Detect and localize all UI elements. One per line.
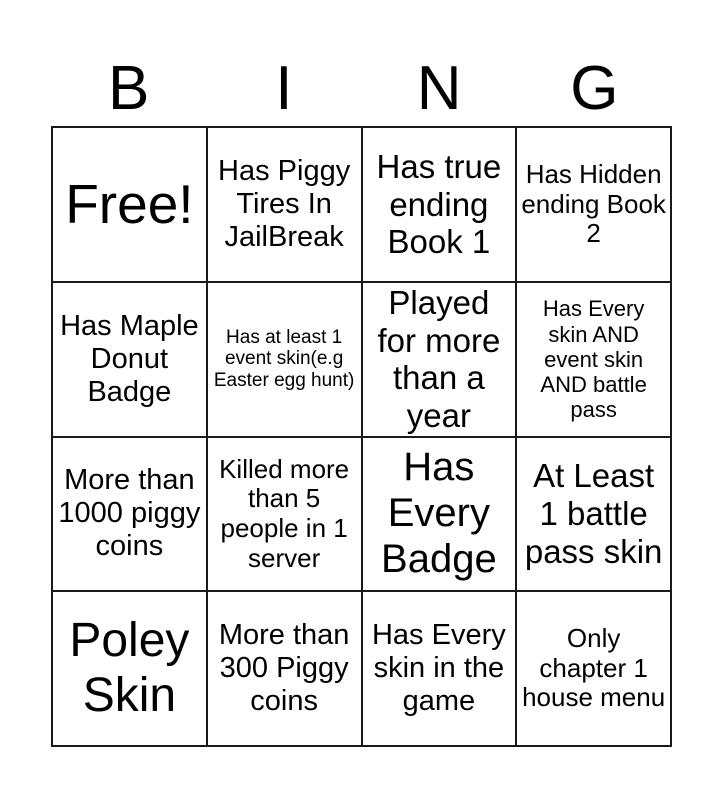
bingo-grid: Free! Has Piggy Tires In JailBreak Has t… [51, 126, 672, 747]
bingo-cell-text: Has at least 1 event skin(e.g Easter egg… [213, 326, 355, 391]
bingo-cell-text: Killed more than 5 people in 1 server [219, 453, 350, 573]
bingo-cell-text: Has Every skin in the game [371, 619, 506, 718]
bingo-cell-text: Poley Skin [69, 613, 190, 722]
bingo-cell-r4c2[interactable]: More than 300 Piggy coins [207, 592, 363, 747]
bingo-cell-r2c2[interactable]: Has at least 1 event skin(e.g Easter egg… [207, 282, 363, 438]
bingo-cell-r3c3[interactable]: Has Every Badge [362, 437, 518, 593]
bingo-cell-r2c3[interactable]: Played for more than a year [362, 282, 518, 438]
bingo-cell-r1c2[interactable]: Has Piggy Tires In JailBreak [207, 128, 363, 283]
bingo-cell-r1c3[interactable]: Has true ending Book 1 [362, 128, 518, 283]
bingo-cell-text: Only chapter 1 house menu [522, 623, 666, 713]
bingo-cell-text: Has Maple Donut Badge [60, 309, 199, 408]
bingo-header-letter-n: N [416, 54, 462, 123]
bingo-cell-text: Played for more than a year [377, 283, 501, 434]
bingo-cell-text: Has true ending Book 1 [376, 147, 502, 261]
bingo-cell-text: More than 300 Piggy coins [218, 619, 350, 718]
bingo-cell-text: Free! [65, 173, 194, 236]
bingo-cell-r4c1[interactable]: Poley Skin [53, 592, 208, 747]
bingo-header-letter-g: G [570, 54, 619, 123]
bingo-cell-text: Has Hidden ending Book 2 [521, 158, 666, 249]
bingo-cell-r3c1[interactable]: More than 1000 piggy coins [53, 437, 208, 593]
bingo-cell-text: Has Every skin AND event skin AND battle… [540, 296, 647, 422]
bingo-header-letter-i: I [275, 54, 293, 123]
bingo-header-letter-b: B [107, 54, 150, 123]
bingo-cell-text: More than 1000 piggy coins [58, 464, 201, 563]
bingo-cell-r2c4[interactable]: Has Every skin AND event skin AND battle… [517, 282, 672, 438]
bingo-header-row: B I N G [51, 40, 672, 120]
bingo-cell-text: Has Piggy Tires In JailBreak [218, 154, 351, 253]
bingo-cell-r1c1[interactable]: Free! [53, 128, 208, 283]
bingo-cell-r2c1[interactable]: Has Maple Donut Badge [53, 282, 208, 438]
bingo-cell-r4c4[interactable]: Only chapter 1 house menu [517, 592, 672, 747]
bingo-cell-r3c4[interactable]: At Least 1 battle pass skin [517, 437, 672, 593]
bingo-cell-r4c3[interactable]: Has Every skin in the game [362, 592, 518, 747]
bingo-cell-text: Has Every Badge [381, 445, 497, 581]
bingo-card: B I N G Free! Has Piggy Tires In JailBre… [0, 0, 723, 800]
bingo-cell-r3c2[interactable]: Killed more than 5 people in 1 server [207, 437, 363, 593]
bingo-cell-text: At Least 1 battle pass skin [524, 457, 663, 570]
bingo-cell-r1c4[interactable]: Has Hidden ending Book 2 [517, 128, 672, 283]
